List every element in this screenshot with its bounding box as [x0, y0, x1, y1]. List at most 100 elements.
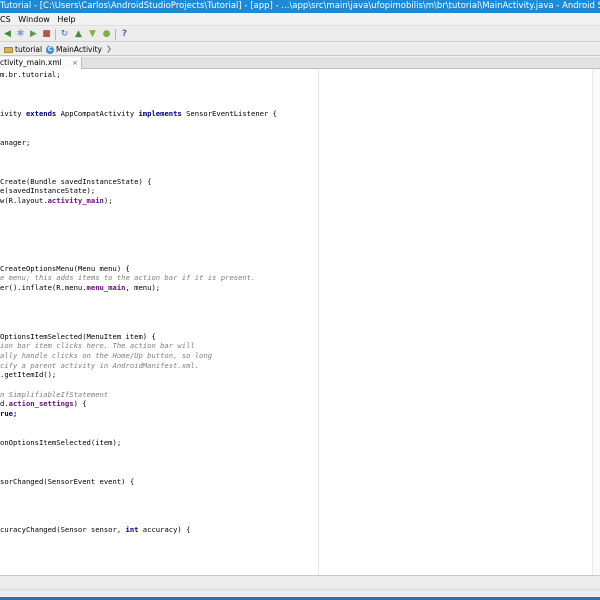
code-line: ion bar item clicks here. The action bar… — [0, 341, 277, 351]
navigation-bar: tutorial ❯ C MainActivity ❯ — [0, 43, 600, 56]
code-line: OptionsItemSelected(MenuItem item) { — [0, 332, 277, 342]
avd-manager-icon[interactable]: ▲ — [73, 29, 84, 40]
code-token: extends — [25, 108, 57, 118]
close-icon[interactable]: × — [72, 57, 78, 69]
code-token: ) { — [73, 399, 87, 409]
code-token: OptionsItemSelected(MenuItem item) { — [0, 331, 156, 341]
chevron-right-icon: ❯ — [105, 45, 112, 53]
code-line: e menu; this adds items to the action ba… — [0, 273, 277, 283]
tab-activity-main-xml[interactable]: ctivity_main.xml × — [0, 57, 82, 69]
code-token: e menu; this adds items to the action ba… — [0, 273, 256, 283]
code-token: int — [125, 525, 139, 535]
debug-icon[interactable]: ✱ — [15, 29, 26, 40]
breadcrumb-tutorial[interactable]: tutorial ❯ — [4, 43, 52, 56]
menu-item-window[interactable]: Window — [18, 13, 50, 26]
sdk-manager-icon[interactable]: ▼ — [87, 29, 98, 40]
code-token: m.br.tutorial; — [0, 70, 61, 79]
menu-bar: CS Window Help — [0, 13, 600, 26]
menu-item-help[interactable]: Help — [57, 13, 75, 26]
code-token: ally handle clicks on the Home/Up button… — [0, 350, 213, 360]
code-token: sorChanged(SensorEvent event) { — [0, 476, 135, 486]
window-title: Tutorial - [C:\Users\Carlos\AndroidStudi… — [0, 1, 600, 11]
android-monitor-icon[interactable]: ● — [101, 29, 112, 40]
code-token: ivity — [0, 108, 26, 118]
breadcrumb-mainactivity[interactable]: C MainActivity ❯ — [46, 43, 112, 56]
sync-project-icon[interactable]: ↻ — [59, 29, 70, 40]
code-token: menu_main — [86, 283, 126, 293]
code-token: implements — [138, 108, 182, 118]
code-line: d.action_settings) { — [0, 399, 277, 409]
code-line: curacyChanged(Sensor sensor, int accurac… — [0, 525, 277, 535]
code-line: .getItemId(); — [0, 370, 277, 380]
code-line: er().inflate(R.menu.menu_main, menu); — [0, 283, 277, 293]
code-line: sorChanged(SensorEvent event) { — [0, 477, 277, 487]
code-token: action_settings — [8, 399, 74, 409]
code-token: w(R.layout. — [0, 195, 48, 205]
code-token: .getItemId(); — [0, 370, 57, 380]
code-token: accuracy) { — [138, 525, 191, 535]
code-token: ion bar item clicks here. The action bar… — [0, 341, 195, 351]
code-editor[interactable]: m.br.tutorial; ivity extends AppCompatAc… — [0, 69, 600, 575]
code-token: er().inflate(R.menu. — [0, 283, 87, 293]
tool-window-bar — [0, 575, 600, 589]
code-token: Create(Bundle savedInstanceState) { — [0, 176, 152, 186]
attach-debugger-icon[interactable]: ▶ — [28, 29, 39, 40]
right-margin-guide — [318, 69, 319, 575]
editor-tab-bar: ctivity_main.xml × — [0, 57, 600, 69]
tab-label: ctivity_main.xml — [0, 58, 62, 67]
window-title-bar: Tutorial - [C:\Users\Carlos\AndroidStudi… — [0, 0, 600, 13]
main-toolbar: ◀ ✱ ▶ ■ ↻ ▲ ▼ ● ? — [0, 27, 600, 42]
code-line: CreateOptionsMenu(Menu menu) { — [0, 264, 277, 274]
code-line: ivity extends AppCompatActivity implemen… — [0, 109, 277, 119]
help-icon[interactable]: ? — [119, 29, 130, 40]
folder-icon — [4, 46, 13, 53]
code-token: CreateOptionsMenu(Menu menu) { — [0, 263, 130, 273]
code-token: onOptionsItemSelected(item); — [0, 438, 122, 448]
breadcrumb-label: tutorial — [15, 45, 43, 54]
menu-item-vcs[interactable]: CS — [0, 13, 11, 26]
run-icon[interactable]: ◀ — [2, 29, 13, 40]
code-token: activity_main — [47, 195, 104, 205]
editor-scrollbar[interactable] — [592, 69, 600, 575]
code-token: ); — [103, 195, 113, 205]
code-token: rue; — [0, 409, 18, 419]
class-icon: C — [46, 45, 54, 54]
breadcrumb-label: MainActivity — [56, 45, 102, 54]
stop-icon[interactable]: ■ — [41, 29, 52, 40]
code-line: m.br.tutorial; — [0, 70, 277, 80]
code-line: Create(Bundle savedInstanceState) { — [0, 177, 277, 187]
code-line: e(savedInstanceState); — [0, 186, 277, 196]
code-line: ally handle clicks on the Home/Up button… — [0, 351, 277, 361]
code-line: anager; — [0, 138, 277, 148]
code-token: e(savedInstanceState); — [0, 186, 96, 196]
code-token: d. — [0, 399, 9, 409]
code-token: cify a parent activity in AndroidManifes… — [0, 360, 200, 370]
